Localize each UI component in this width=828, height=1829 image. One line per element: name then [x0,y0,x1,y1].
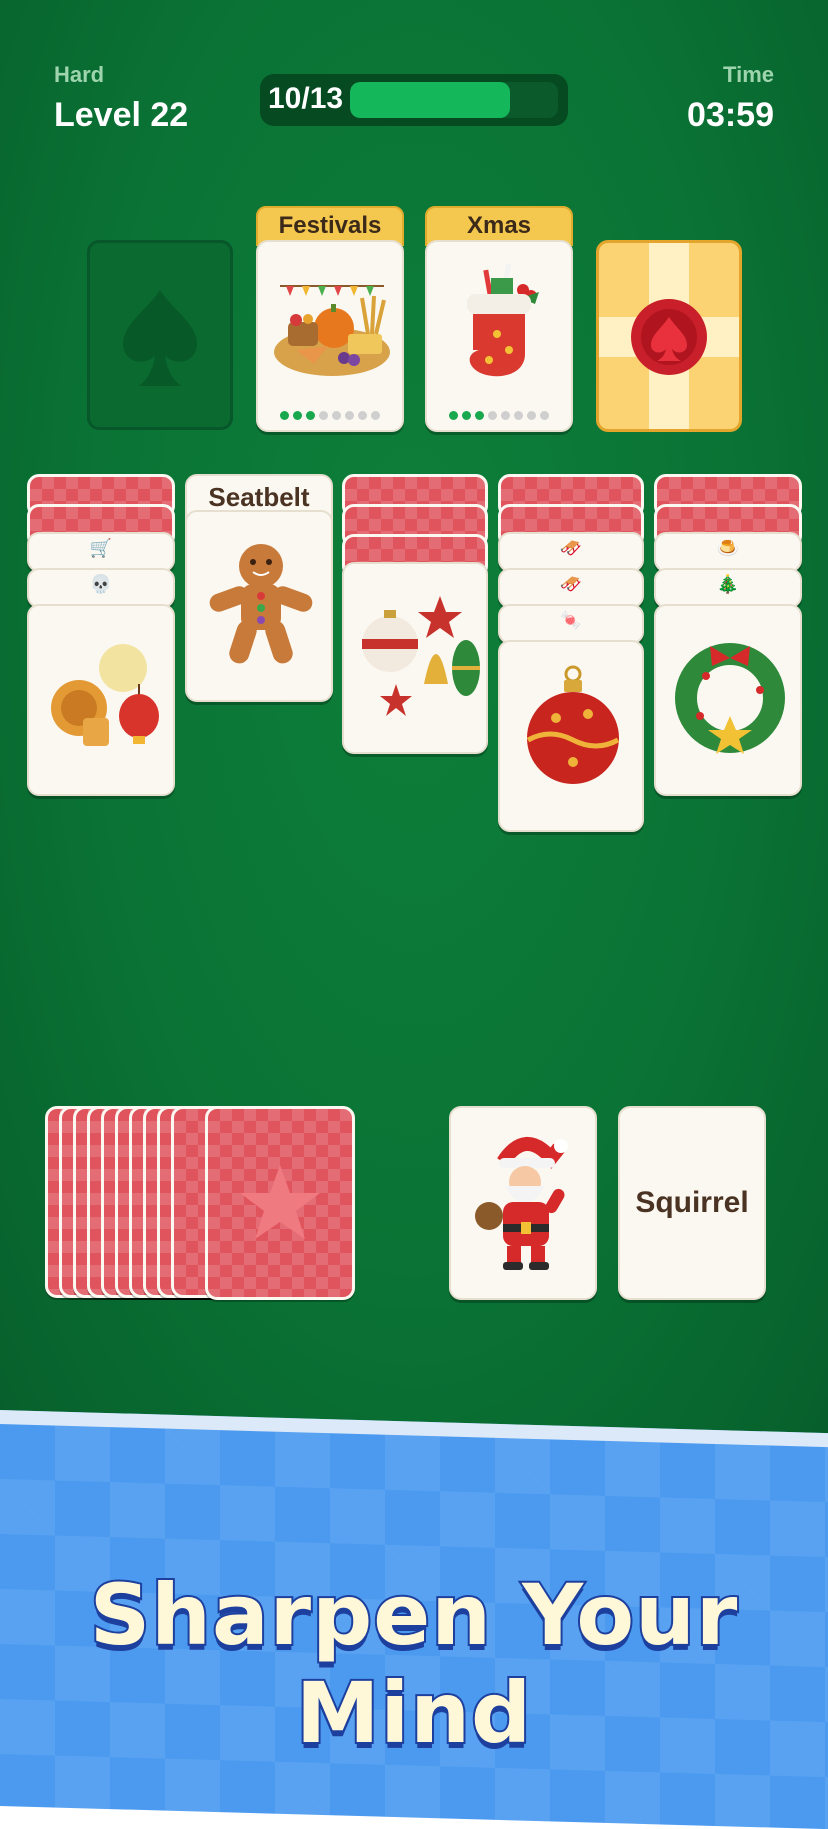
progress-fill [350,82,511,118]
progress-dot [306,411,315,420]
tableau-card[interactable]: 🛷 [498,532,644,572]
waste-card-squirrel[interactable]: Squirrel [618,1106,766,1300]
progress-track [350,82,558,118]
progress-dot [332,411,341,420]
time-value: 03:59 [687,96,774,134]
progress-dot [371,411,380,420]
sleigh-icon: 🛷 [559,574,583,594]
festivals-progress-dots [258,411,402,420]
game-board: Hard Level 22 10/13 Time 03:59 Festivals [0,0,828,1460]
progress-count: 10/13 [268,82,344,115]
progress-dot [345,411,354,420]
promo-slogan: Sharpen Your Mind [88,1564,740,1764]
mooncake-lantern-icon [51,644,159,746]
wagon-icon: 🛒 [89,538,113,558]
tableau-card[interactable] [654,604,802,796]
gingerbread-man-icon [209,544,313,664]
seatbelt-word: Seatbelt [208,482,310,512]
category-card-xmas[interactable] [425,240,573,432]
spade-icon [123,290,197,386]
tableau-card[interactable] [342,562,488,754]
category-card-festivals[interactable] [256,240,404,432]
tableau-card[interactable]: 🍬 [498,604,644,644]
progress-dot [540,411,549,420]
progress-dot [319,411,328,420]
stock-top-card [205,1106,355,1300]
pudding-icon: 🍮 [716,538,740,558]
ornaments-icon [362,596,480,716]
progress-dot [462,411,471,420]
tableau-card[interactable]: 🛷 [498,568,644,608]
progress-dot [280,411,289,420]
progress-dot [501,411,510,420]
squirrel-word: Squirrel [635,1186,749,1219]
harvest-festival-icon [274,285,390,376]
level-label: Level 22 [54,96,189,134]
santa-icon [475,1136,568,1270]
progress-dot [358,411,367,420]
bauble-icon [526,665,620,784]
tableau-card[interactable]: 🎄 [654,568,802,608]
progress-dot [488,411,497,420]
tableau-card[interactable]: 🛒 [27,532,175,572]
progress-bar: 10/13 [260,74,568,126]
candy-icon: 🍬 [559,610,583,630]
difficulty-label: Hard [54,62,105,87]
sleigh-icon: 🛷 [559,538,583,558]
wreath-icon [675,643,785,754]
tableau-card[interactable] [185,510,333,702]
progress-dot [475,411,484,420]
tableau-card[interactable]: 🍮 [654,532,802,572]
stock-pile[interactable] [45,1106,355,1300]
tree-icon: 🎄 [716,574,740,594]
empty-foundation-slot[interactable] [87,240,233,430]
tableau-card[interactable]: 💀 [27,568,175,608]
progress-dot [527,411,536,420]
progress-dot [293,411,302,420]
xmas-progress-dots [427,411,571,420]
wax-seal-spade-icon [631,299,707,375]
tableau-card[interactable] [27,604,175,796]
tableau-card[interactable] [498,640,644,832]
christmas-stocking-icon [467,263,539,377]
progress-dot [449,411,458,420]
progress-dot [514,411,523,420]
time-label: Time [723,62,774,87]
sealed-card[interactable] [596,240,742,432]
star-icon [240,1165,320,1239]
skull-icon: 💀 [89,574,113,594]
waste-card-santa[interactable] [449,1106,597,1300]
